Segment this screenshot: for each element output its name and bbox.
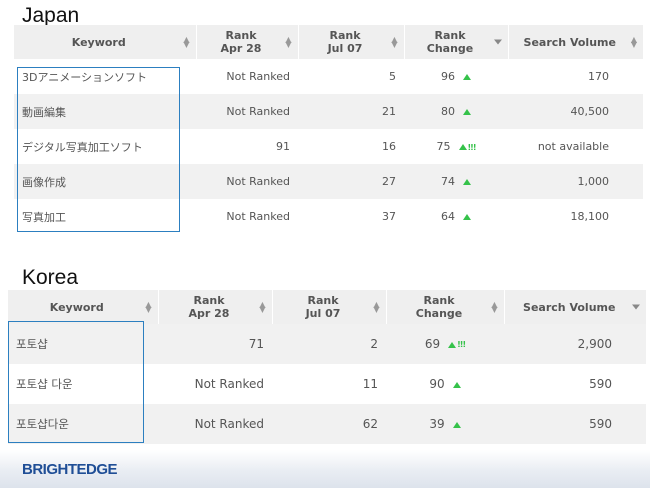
sort-icon[interactable]: ▲ ▼ <box>373 301 381 314</box>
search-volume-cell: 170 <box>508 59 643 94</box>
rank-jul07-cell: 27 <box>298 164 404 199</box>
rank-jul07-column-header[interactable]: Rank Jul 07 ▲ ▼ <box>272 290 387 324</box>
rank-change-cell: 80 <box>404 94 508 129</box>
keyword-cell[interactable]: 動画編集 <box>14 94 196 129</box>
sort-icon[interactable]: ▲ ▼ <box>145 301 153 314</box>
chevron-down-icon[interactable] <box>632 304 640 310</box>
keyword-link[interactable]: 画像作成 <box>22 176 66 189</box>
triangle-up-icon <box>448 341 457 348</box>
rank-change-column-header[interactable]: Rank Change <box>404 25 509 59</box>
keyword-link[interactable]: 포토샵 다운 <box>16 377 73 391</box>
triangle-up-icon <box>463 214 471 220</box>
sort-icon[interactable]: ▲ ▼ <box>259 301 267 314</box>
triangle-up-icon <box>463 179 471 185</box>
brightedge-logo: BRIGHTEDGE <box>22 461 118 478</box>
rank-apr28-cell: Not Ranked <box>196 59 298 94</box>
keyword-cell[interactable]: 포토샵 <box>8 324 158 364</box>
keyword-link[interactable]: 3Dアニメーションソフト <box>22 71 147 84</box>
table-header-row: Keyword ▲ ▼ Rank Apr 28 ▲ ▼ Rank Jul 07 ▲ ▼… <box>14 25 643 59</box>
keyword-cell[interactable]: 3Dアニメーションソフト <box>14 59 196 94</box>
rank-jul07-cell: 2 <box>272 324 386 364</box>
rank-apr28-cell: Not Ranked <box>158 364 272 404</box>
keyword-column-header[interactable]: Keyword ▲ ▼ <box>14 25 197 59</box>
chevron-down-icon[interactable] <box>493 39 502 45</box>
search-volume-cell: not available <box>508 129 643 164</box>
korea-section-title: Korea <box>22 266 79 289</box>
triangle-up-icon <box>452 381 461 388</box>
keyword-link[interactable]: 포토샵 <box>16 337 48 351</box>
sort-icon[interactable]: ▲ ▼ <box>183 36 191 49</box>
keyword-link[interactable]: デジタル写真加工ソフト <box>22 141 143 154</box>
search-volume-column-header[interactable]: Search Volume <box>504 290 646 324</box>
search-volume-cell: 2,900 <box>504 324 646 364</box>
rank-jul07-column-header[interactable]: Rank Jul 07 ▲ ▼ <box>298 25 405 59</box>
table-row: 3Dアニメーションソフト Not Ranked 5 96 170 <box>14 59 643 94</box>
rank-apr28-cell: Not Ranked <box>196 94 298 129</box>
table-row: 포토샵다운 Not Ranked 62 39 590 <box>8 404 646 444</box>
triangle-up-icon <box>463 109 471 115</box>
rank-change-cell: 39 <box>386 404 504 444</box>
sort-icon[interactable]: ▲ ▼ <box>630 36 638 49</box>
sort-icon[interactable]: ▲ ▼ <box>285 36 293 49</box>
rank-apr28-cell: 91 <box>196 129 298 164</box>
rank-apr28-cell: 71 <box>158 324 272 364</box>
rank-apr28-column-header[interactable]: Rank Apr 28 ▲ ▼ <box>158 290 273 324</box>
keyword-column-header[interactable]: Keyword ▲ ▼ <box>8 290 159 324</box>
sort-icon[interactable]: ▲ ▼ <box>391 36 399 49</box>
keyword-cell[interactable]: 写真加工 <box>14 199 196 234</box>
rank-change-column-header[interactable]: Rank Change ▲ ▼ <box>386 290 505 324</box>
search-volume-cell: 18,100 <box>508 199 643 234</box>
rank-change-cell: 74 <box>404 164 508 199</box>
rank-change-cell: 90 <box>386 364 504 404</box>
rank-apr28-cell: Not Ranked <box>196 199 298 234</box>
search-volume-cell: 1,000 <box>508 164 643 199</box>
rank-jul07-cell: 11 <box>272 364 386 404</box>
keyword-cell[interactable]: デジタル写真加工ソフト <box>14 129 196 164</box>
table-row: 포토샵 71 2 69!!! 2,900 <box>8 324 646 364</box>
rank-jul07-cell: 37 <box>298 199 404 234</box>
rank-change-cell: 64 <box>404 199 508 234</box>
keyword-link[interactable]: 動画編集 <box>22 106 66 119</box>
keyword-cell[interactable]: 포토샵다운 <box>8 404 158 444</box>
rank-jul07-cell: 21 <box>298 94 404 129</box>
triangle-up-icon <box>463 74 471 80</box>
table-row: 動画編集 Not Ranked 21 80 40,500 <box>14 94 643 129</box>
sort-icon[interactable]: ▲ ▼ <box>491 301 499 314</box>
keyword-link[interactable]: 포토샵다운 <box>16 417 69 431</box>
rank-change-cell: 75!!! <box>404 129 508 164</box>
rank-apr28-cell: Not Ranked <box>196 164 298 199</box>
search-volume-cell: 40,500 <box>508 94 643 129</box>
rank-change-cell: 96 <box>404 59 508 94</box>
alert-icon: !!! <box>467 142 477 152</box>
table-header-row: Keyword ▲ ▼ Rank Apr 28 ▲ ▼ Rank Jul 07 ▲ ▼… <box>8 290 646 324</box>
keyword-cell[interactable]: 포토샵 다운 <box>8 364 158 404</box>
table-row: 画像作成 Not Ranked 27 74 1,000 <box>14 164 643 199</box>
rank-apr28-cell: Not Ranked <box>158 404 272 444</box>
rank-change-cell: 69!!! <box>386 324 504 364</box>
search-volume-cell: 590 <box>504 404 646 444</box>
rank-apr28-column-header[interactable]: Rank Apr 28 ▲ ▼ <box>196 25 299 59</box>
keyword-link[interactable]: 写真加工 <box>22 211 66 224</box>
triangle-up-icon <box>452 421 461 428</box>
search-volume-cell: 590 <box>504 364 646 404</box>
alert-icon: !!! <box>457 340 466 349</box>
rank-jul07-cell: 5 <box>298 59 404 94</box>
rank-jul07-cell: 62 <box>272 404 386 444</box>
korea-keyword-table: Keyword ▲ ▼ Rank Apr 28 ▲ ▼ Rank Jul 07 ▲ ▼… <box>8 290 646 444</box>
triangle-up-icon <box>458 144 467 150</box>
rank-jul07-cell: 16 <box>298 129 404 164</box>
table-row: 포토샵 다운 Not Ranked 11 90 590 <box>8 364 646 404</box>
japan-keyword-table: Keyword ▲ ▼ Rank Apr 28 ▲ ▼ Rank Jul 07 ▲ ▼… <box>14 25 643 234</box>
table-row: デジタル写真加工ソフト 91 16 75!!! not available <box>14 129 643 164</box>
keyword-cell[interactable]: 画像作成 <box>14 164 196 199</box>
search-volume-column-header[interactable]: Search Volume ▲ ▼ <box>508 25 643 59</box>
table-row: 写真加工 Not Ranked 37 64 18,100 <box>14 199 643 234</box>
